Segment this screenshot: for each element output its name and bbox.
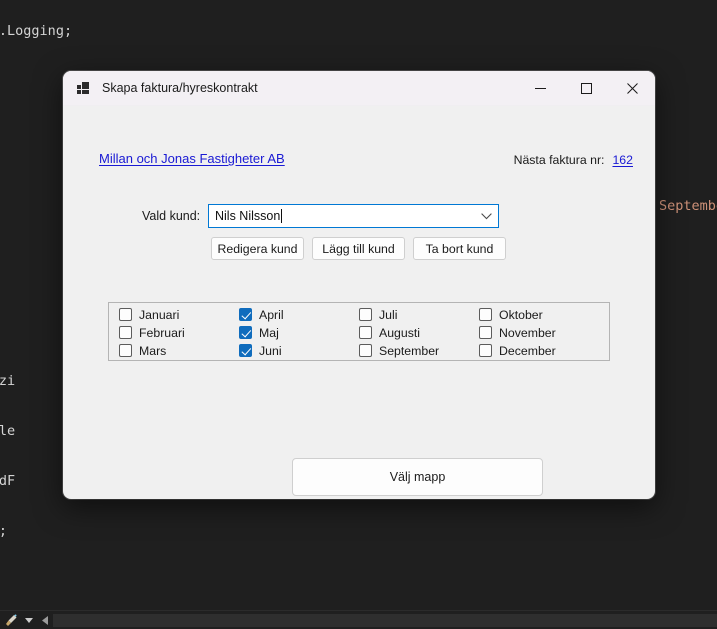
code-fragment-september: September (659, 198, 717, 214)
company-link[interactable]: Millan och Jonas Fastigheter AB (99, 151, 285, 166)
month-label: Oktober (499, 307, 543, 322)
month-checkbox-februari[interactable]: Februari (119, 324, 239, 342)
month-checkbox-juli[interactable]: Juli (359, 306, 479, 324)
month-checkbox-januari[interactable]: Januari (119, 306, 239, 324)
month-checkbox-april[interactable]: April (239, 306, 359, 324)
months-groupbox: Januari April Juli Oktober Februari Maj (108, 302, 610, 361)
text-cursor (281, 209, 283, 223)
close-button[interactable] (609, 71, 655, 106)
close-icon (626, 82, 638, 94)
edit-customer-button[interactable]: Redigera kund (211, 237, 304, 260)
checkbox-unchecked-icon[interactable] (359, 308, 372, 321)
checkbox-unchecked-icon[interactable] (359, 344, 372, 357)
month-label: September (379, 343, 440, 358)
checkbox-unchecked-icon[interactable] (479, 326, 492, 339)
maximize-button[interactable] (563, 71, 609, 106)
next-invoice-info: Nästa faktura nr: 162 (514, 153, 633, 167)
checkbox-unchecked-icon[interactable] (119, 326, 132, 339)
month-checkbox-oktober[interactable]: Oktober (479, 306, 609, 324)
month-checkbox-december[interactable]: December (479, 342, 609, 360)
month-checkbox-mars[interactable]: Mars (119, 342, 239, 360)
maximize-icon (580, 82, 592, 94)
dialog-titlebar[interactable]: Skapa faktura/hyreskontrakt (63, 71, 655, 106)
customer-combobox-value[interactable]: Nils Nilsson (215, 209, 474, 223)
customer-label: Vald kund: (142, 209, 201, 223)
minimize-button[interactable] (517, 71, 563, 106)
month-checkbox-augusti[interactable]: Augusti (359, 324, 479, 342)
customer-combobox[interactable]: Nils Nilsson (208, 204, 499, 228)
chevron-down-icon[interactable] (474, 205, 498, 227)
checkbox-checked-icon[interactable] (239, 326, 252, 339)
month-checkbox-september[interactable]: September (359, 342, 479, 360)
checkbox-unchecked-icon[interactable] (119, 344, 132, 357)
create-invoice-dialog: Skapa faktura/hyreskontrakt Millan och J… (63, 71, 655, 499)
month-label: Maj (259, 325, 279, 340)
checkbox-unchecked-icon[interactable] (479, 308, 492, 321)
checkbox-unchecked-icon[interactable] (359, 326, 372, 339)
customer-combobox-text: Nils Nilsson (215, 209, 281, 223)
chevron-down-icon[interactable] (22, 611, 36, 629)
month-checkbox-november[interactable]: November (479, 324, 609, 342)
horizontal-scrollbar[interactable] (53, 613, 717, 627)
checkbox-checked-icon[interactable] (239, 308, 252, 321)
choose-folder-button[interactable]: Välj mapp (292, 458, 543, 496)
broom-icon[interactable] (0, 611, 22, 629)
month-label: Augusti (379, 325, 421, 340)
month-label: Juli (379, 307, 398, 322)
month-label: Februari (139, 325, 185, 340)
month-label: Mars (139, 343, 167, 358)
dialog-body: Millan och Jonas Fastigheter AB Nästa fa… (63, 106, 655, 499)
checkbox-unchecked-icon[interactable] (119, 308, 132, 321)
checkbox-checked-icon[interactable] (239, 344, 252, 357)
scroll-left-arrow-icon[interactable] (36, 611, 53, 629)
remove-customer-button[interactable]: Ta bort kund (413, 237, 506, 260)
month-label: Juni (259, 343, 282, 358)
checkbox-unchecked-icon[interactable] (479, 344, 492, 357)
month-label: December (499, 343, 556, 358)
next-invoice-label: Nästa faktura nr: (513, 153, 605, 167)
month-checkbox-maj[interactable]: Maj (239, 324, 359, 342)
winforms-app-icon (76, 80, 92, 96)
month-label: April (259, 307, 284, 322)
add-customer-button[interactable]: Lägg till kund (312, 237, 405, 260)
month-label: Januari (139, 307, 180, 322)
month-label: November (499, 325, 556, 340)
editor-status-bar (0, 610, 717, 629)
next-invoice-number-link[interactable]: 162 (612, 153, 633, 167)
dialog-title: Skapa faktura/hyreskontrakt (102, 81, 258, 95)
month-checkbox-juni[interactable]: Juni (239, 342, 359, 360)
minimize-icon (534, 87, 546, 89)
